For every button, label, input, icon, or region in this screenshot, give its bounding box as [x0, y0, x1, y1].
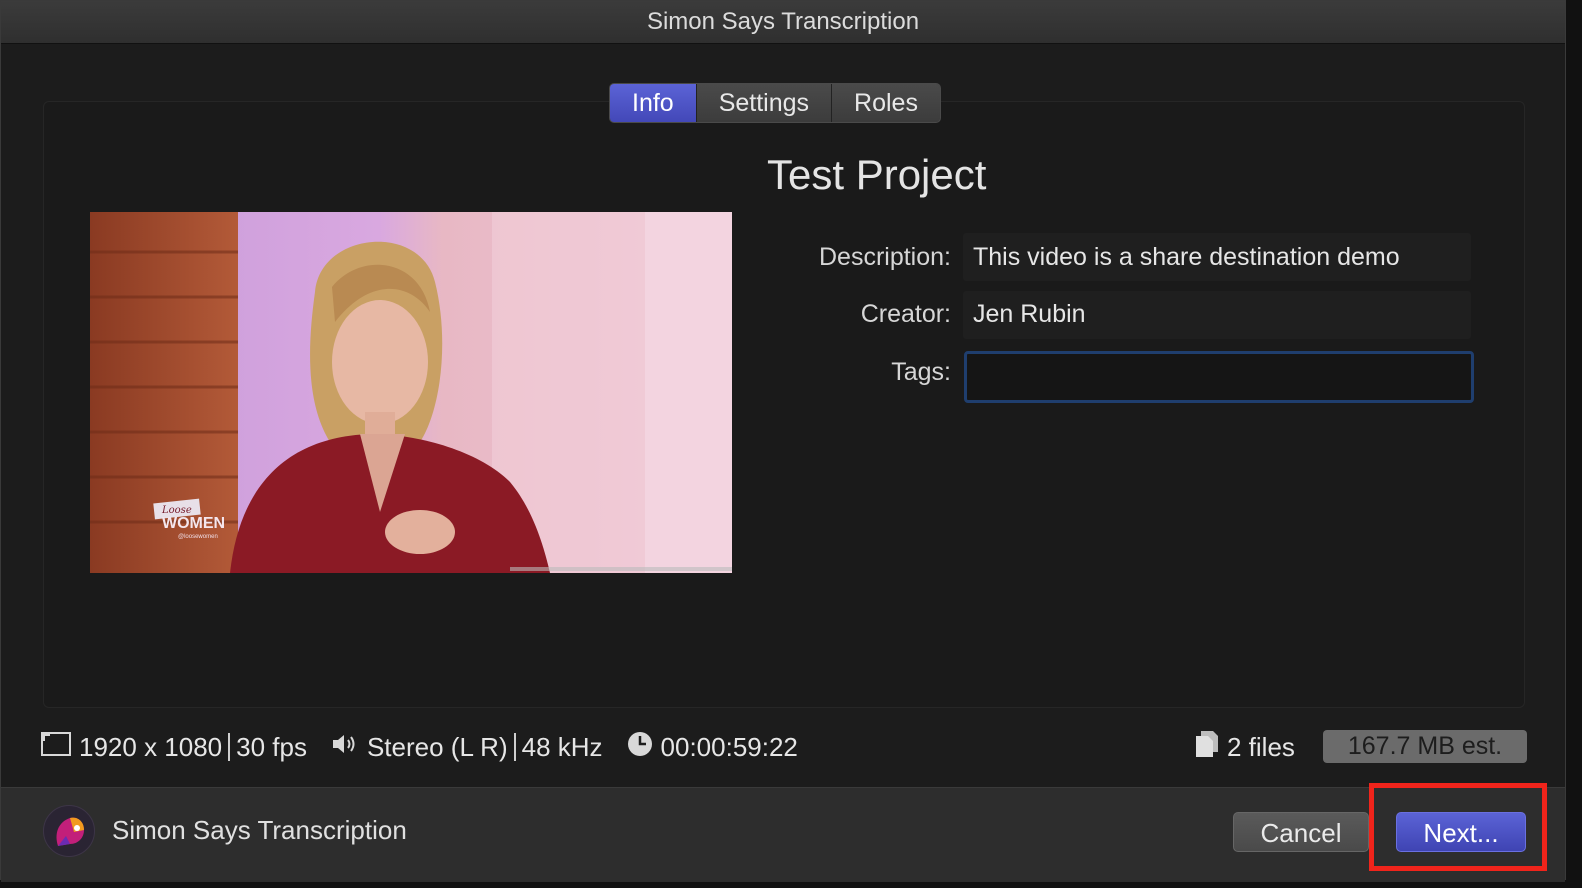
- window-title: Simon Says Transcription: [1, 1, 1565, 44]
- video-thumbnail: Loose WOMEN @loosewomen: [90, 212, 732, 573]
- estimated-size-badge: 167.7 MB est.: [1323, 730, 1527, 763]
- thumbnail-logo-handle: @loosewomen: [178, 534, 218, 540]
- files-info: 2 files: [1195, 729, 1295, 765]
- creator-label: Creator:: [860, 300, 951, 328]
- fps-text: 30 fps: [236, 731, 307, 762]
- tab-roles[interactable]: Roles: [832, 84, 940, 122]
- divider: [228, 733, 231, 761]
- divider: [513, 733, 516, 761]
- tab-settings[interactable]: Settings: [696, 84, 833, 122]
- next-button-highlight: [1369, 783, 1547, 871]
- project-title: Test Project: [767, 151, 987, 198]
- clock-icon: [627, 731, 653, 764]
- creator-field[interactable]: Jen Rubin: [973, 300, 1086, 329]
- tags-input[interactable]: [964, 351, 1474, 403]
- footer-app-name: Simon Says Transcription: [112, 815, 407, 845]
- thumbnail-image: Loose WOMEN @loosewomen: [90, 212, 732, 573]
- resolution-text: 1920 x 1080: [79, 731, 223, 762]
- duration-text: 00:00:59:22: [660, 731, 798, 762]
- simon-says-logo: [43, 805, 95, 857]
- tab-info[interactable]: Info: [610, 84, 697, 122]
- files-icon: [1195, 730, 1219, 765]
- cancel-button[interactable]: Cancel: [1233, 812, 1369, 852]
- speaker-icon: [331, 732, 359, 763]
- media-info-bar: 1920 x 1080 30 fps Stereo (L R) 48 kHz 0…: [41, 729, 798, 765]
- tab-bar: Info Settings Roles: [609, 83, 941, 123]
- files-count-text: 2 files: [1227, 731, 1295, 762]
- audio-channels-text: Stereo (L R): [366, 731, 508, 762]
- thumbnail-logo-line2: WOMEN: [162, 515, 225, 532]
- description-field[interactable]: This video is a share destination demo: [973, 243, 1400, 272]
- description-label: Description:: [819, 243, 951, 271]
- share-dialog-window: Simon Says Transcription Info Settings R…: [0, 0, 1566, 882]
- sample-rate-text: 48 kHz: [521, 731, 603, 762]
- tags-label: Tags:: [891, 358, 951, 386]
- frame-size-icon: [41, 731, 71, 763]
